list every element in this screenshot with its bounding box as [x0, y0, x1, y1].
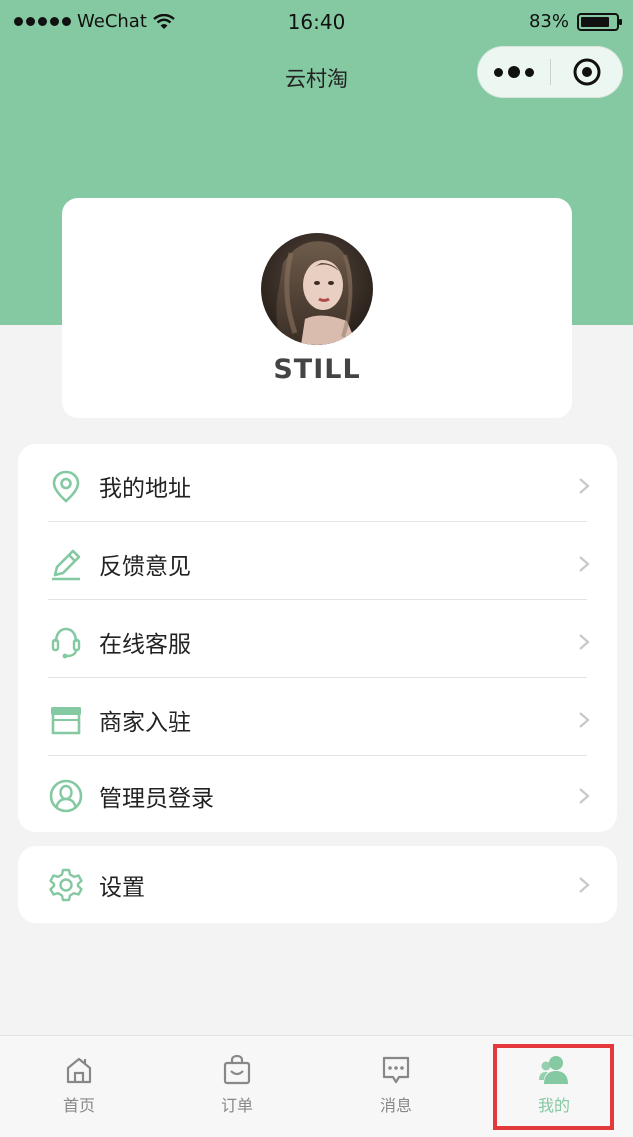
battery-icon: [577, 12, 622, 31]
location-pin-icon: [52, 470, 80, 503]
divider: [48, 677, 587, 678]
menu-item-settings[interactable]: 设置: [18, 846, 617, 923]
chevron-right-icon: [579, 876, 590, 893]
avatar[interactable]: [261, 233, 373, 345]
headset-icon: [51, 627, 81, 659]
tab-label: 消息: [379, 1096, 412, 1115]
tab-messages[interactable]: 消息: [317, 1036, 475, 1137]
chevron-right-icon: [579, 788, 590, 804]
tab-orders[interactable]: 订单: [158, 1036, 316, 1137]
profile-card: STILL: [62, 198, 572, 418]
chevron-right-icon: [579, 712, 590, 728]
battery-info: 83%: [528, 11, 622, 32]
menu-item-label: 设置: [99, 874, 145, 901]
menu-item-feedback[interactable]: 反馈意见: [18, 525, 617, 603]
menu-item-label: 在线客服: [99, 632, 191, 658]
username: STILL: [273, 354, 361, 385]
highlight-box: [493, 1044, 614, 1130]
menu-item-merchant-join[interactable]: 商家入驻: [18, 681, 617, 759]
miniprogram-capsule: [477, 46, 623, 98]
chevron-right-icon: [579, 556, 590, 572]
tab-label: 订单: [220, 1096, 253, 1115]
pencil-icon: [52, 549, 81, 581]
close-miniprogram-button[interactable]: [551, 57, 622, 87]
menu-item-label: 我的地址: [99, 476, 191, 502]
divider: [48, 599, 587, 600]
menu-item-admin-login[interactable]: 管理员登录: [18, 757, 617, 835]
target-close-icon: [573, 58, 600, 86]
tab-label: 首页: [62, 1096, 95, 1115]
battery-percent: 83%: [528, 11, 569, 32]
settings-card: 设置: [18, 846, 617, 923]
gear-icon: [49, 868, 83, 901]
menu-item-label: 商家入驻: [99, 710, 191, 736]
menu-item-my-address[interactable]: 我的地址: [18, 447, 617, 525]
menu-card: 我的地址 反馈意见 在线客服 商家入驻 管理员登录: [18, 444, 617, 832]
shopping-bag-icon: [223, 1054, 251, 1085]
divider: [48, 755, 587, 756]
storefront-icon: [51, 707, 81, 735]
divider: [48, 521, 587, 522]
tab-home[interactable]: 首页: [0, 1036, 158, 1137]
menu-item-label: 反馈意见: [99, 554, 191, 580]
chevron-right-icon: [579, 634, 590, 650]
menu-item-label: 管理员登录: [99, 786, 214, 812]
home-icon: [66, 1057, 92, 1084]
more-options-button[interactable]: [478, 47, 550, 97]
menu-item-online-service[interactable]: 在线客服: [18, 603, 617, 681]
user-circle-icon: [49, 779, 83, 813]
status-bar: WeChat 16:40 83%: [0, 0, 633, 44]
chevron-right-icon: [579, 478, 590, 494]
message-icon: [382, 1056, 410, 1084]
